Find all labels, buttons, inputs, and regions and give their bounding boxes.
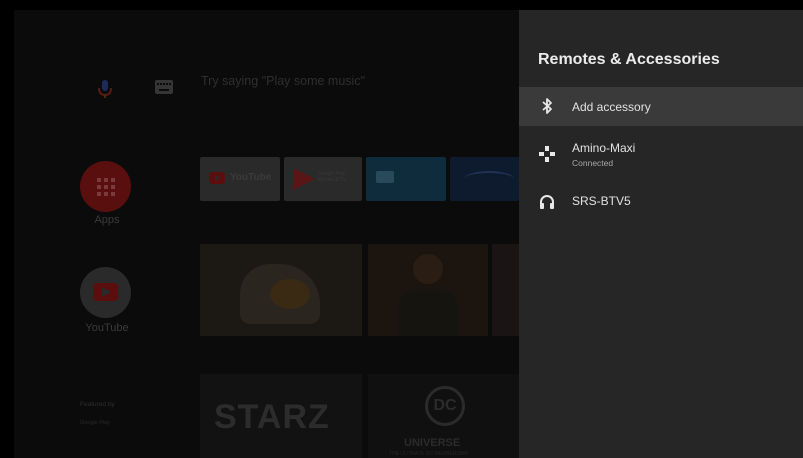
- channel-tile-blue[interactable]: [366, 157, 446, 201]
- channel-youtube[interactable]: YouTube: [200, 157, 280, 201]
- remotes-accessories-panel: Remotes & Accessories Add accessory Amin…: [519, 10, 803, 458]
- featured-by-label: Featured by: [80, 401, 115, 408]
- amino-maxi-status: Connected: [572, 158, 614, 168]
- channel-youtube-label: YouTube: [230, 172, 272, 183]
- youtube-icon: [93, 283, 118, 301]
- add-accessory-label: Add accessory: [572, 100, 651, 114]
- video-thumbnail-person[interactable]: [368, 244, 488, 336]
- apps-grid-icon: [97, 178, 115, 196]
- video-thumbnail-dog[interactable]: [200, 244, 362, 336]
- search-hint[interactable]: Try saying "Play some music": [201, 74, 365, 88]
- youtube-logo-icon: [209, 172, 225, 184]
- featured-store-label: Google Play: [80, 420, 110, 426]
- apps-tile[interactable]: [80, 161, 131, 212]
- dc-universe-subtitle: THE ULTIMATE DC MEMBERSHIP: [389, 451, 468, 457]
- keyboard-icon[interactable]: [155, 80, 173, 94]
- panel-title: Remotes & Accessories: [538, 51, 720, 68]
- youtube-label: YouTube: [85, 322, 129, 334]
- headphones-icon: [540, 195, 554, 209]
- dc-universe-label: UNIVERSE: [404, 437, 461, 449]
- starz-logo: STARZ: [214, 398, 330, 436]
- bluetooth-icon: [542, 98, 552, 114]
- video-thumbnail-partial[interactable]: [492, 244, 519, 336]
- amino-maxi-label: Amino-Maxi: [572, 141, 636, 155]
- play-movies-icon: [293, 168, 315, 190]
- apps-label: Apps: [94, 214, 120, 226]
- accessory-amino-maxi[interactable]: Amino-Maxi Connected: [519, 133, 803, 177]
- channel-tile-disney[interactable]: [450, 157, 519, 201]
- gamepad-icon: [539, 146, 555, 162]
- youtube-app-tile[interactable]: [80, 267, 131, 318]
- channel-google-play-movies[interactable]: Google Play Movies & TV: [284, 157, 362, 201]
- accessory-srs-btv5[interactable]: SRS-BTV5: [519, 188, 803, 216]
- home-screen-dimmed: Try saying "Play some music" Apps YouTub…: [14, 10, 519, 458]
- dc-logo: DC: [425, 386, 465, 426]
- tv-screen: Try saying "Play some music" Apps YouTub…: [14, 10, 803, 458]
- channel-play-movies-label: Google Play Movies & TV: [318, 171, 347, 183]
- srs-btv5-label: SRS-BTV5: [572, 194, 631, 208]
- microphone-icon[interactable]: [94, 78, 116, 100]
- add-accessory-item[interactable]: Add accessory: [519, 87, 803, 126]
